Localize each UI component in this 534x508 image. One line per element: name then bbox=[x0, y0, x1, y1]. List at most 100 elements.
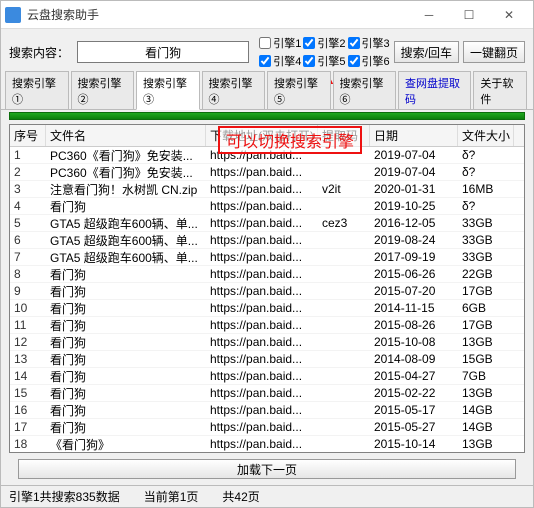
engine-checkbox[interactable]: 引擎2 bbox=[303, 35, 345, 51]
cell-idx: 11 bbox=[10, 318, 46, 332]
tab[interactable]: 搜索引擎③ bbox=[136, 71, 200, 110]
tab[interactable]: 搜索引擎④ bbox=[202, 71, 266, 109]
flip-button[interactable]: 一键翻页 bbox=[463, 41, 525, 63]
table-row[interactable]: 13看门狗https://pan.baid...2014-08-0915GB bbox=[10, 351, 524, 368]
cell-idx: 16 bbox=[10, 403, 46, 417]
engine-checkbox-input[interactable] bbox=[303, 37, 315, 49]
engine-checkbox-input[interactable] bbox=[348, 37, 360, 49]
tab[interactable]: 搜索引擎② bbox=[71, 71, 135, 109]
cell-size: 6GB bbox=[458, 301, 514, 315]
engine-checkbox-label: 引擎1 bbox=[273, 35, 301, 51]
table-row[interactable]: 10看门狗https://pan.baid...2014-11-156GB bbox=[10, 300, 524, 317]
results-table: 序号 文件名 下载地址(双击打开) 提取码 日期 文件大小 可以切换搜索引擎 1… bbox=[9, 124, 525, 453]
col-filename[interactable]: 文件名 bbox=[46, 125, 206, 146]
table-row[interactable]: 17看门狗https://pan.baid...2015-05-2714GB bbox=[10, 419, 524, 436]
cell-date: 2019-08-24 bbox=[370, 233, 458, 247]
cell-idx: 15 bbox=[10, 386, 46, 400]
col-url[interactable]: 下载地址(双击打开) bbox=[206, 125, 318, 146]
progress-bar bbox=[9, 112, 525, 120]
status-bar: 引擎1共搜索835数据 当前第1页 共42页 bbox=[1, 485, 533, 507]
cell-date: 2016-12-05 bbox=[370, 216, 458, 230]
cell-url: https://pan.baid... bbox=[206, 403, 318, 417]
cell-size: 14GB bbox=[458, 420, 514, 434]
cell-name: PC360《看门狗》免安装... bbox=[46, 164, 206, 181]
cell-url: https://pan.baid... bbox=[206, 437, 318, 451]
cell-url: https://pan.baid... bbox=[206, 386, 318, 400]
table-row[interactable]: 8看门狗https://pan.baid...2015-06-2622GB bbox=[10, 266, 524, 283]
cell-size: 17GB bbox=[458, 284, 514, 298]
table-row[interactable]: 16看门狗https://pan.baid...2015-05-1714GB bbox=[10, 402, 524, 419]
table-row[interactable]: 4看门狗https://pan.baid...2019-10-25δ? bbox=[10, 198, 524, 215]
status-total: 共42页 bbox=[222, 488, 259, 505]
load-more-button[interactable]: 加载下一页 bbox=[18, 459, 516, 479]
cell-url: https://pan.baid... bbox=[206, 420, 318, 434]
table-row[interactable]: 7GTA5 超级跑车600辆、单...https://pan.baid...20… bbox=[10, 249, 524, 266]
table-row[interactable]: 6GTA5 超级跑车600辆、单...https://pan.baid...20… bbox=[10, 232, 524, 249]
cell-date: 2015-07-20 bbox=[370, 284, 458, 298]
cell-idx: 14 bbox=[10, 369, 46, 383]
search-input[interactable] bbox=[77, 41, 249, 63]
col-date[interactable]: 日期 bbox=[370, 125, 458, 146]
cell-size: 16MB bbox=[458, 182, 514, 196]
engine-checkbox-input[interactable] bbox=[259, 37, 271, 49]
table-row[interactable]: 9看门狗https://pan.baid...2015-07-2017GB bbox=[10, 283, 524, 300]
cell-url: https://pan.baid... bbox=[206, 165, 318, 179]
engine-checkbox-input[interactable] bbox=[348, 55, 360, 67]
cell-name: 看门狗 bbox=[46, 317, 206, 334]
cell-idx: 8 bbox=[10, 267, 46, 281]
col-size[interactable]: 文件大小 bbox=[458, 125, 514, 146]
col-code[interactable]: 提取码 bbox=[318, 125, 370, 146]
cell-name: 注意看门狗！水树凯 CN.zip bbox=[46, 181, 206, 198]
tab[interactable]: 查网盘提取码 bbox=[398, 71, 471, 109]
cell-idx: 18 bbox=[10, 437, 46, 451]
search-label: 搜索内容： bbox=[9, 44, 69, 61]
tab[interactable]: 搜索引擎⑤ bbox=[267, 71, 331, 109]
table-body[interactable]: 1PC360《看门狗》免安装...https://pan.baid...2019… bbox=[10, 147, 524, 452]
cell-idx: 2 bbox=[10, 165, 46, 179]
tab[interactable]: 搜索引擎⑥ bbox=[333, 71, 397, 109]
engine-checkbox[interactable]: 引擎4 bbox=[259, 53, 301, 69]
table-row[interactable]: 5GTA5 超级跑车600辆、单...https://pan.baid...ce… bbox=[10, 215, 524, 232]
table-row[interactable]: 11看门狗https://pan.baid...2015-08-2617GB bbox=[10, 317, 524, 334]
table-row[interactable]: 14看门狗https://pan.baid...2015-04-277GB bbox=[10, 368, 524, 385]
cell-idx: 13 bbox=[10, 352, 46, 366]
cell-size: 22GB bbox=[458, 267, 514, 281]
cell-size: 33GB bbox=[458, 233, 514, 247]
table-row[interactable]: 3注意看门狗！水树凯 CN.ziphttps://pan.baid...v2it… bbox=[10, 181, 524, 198]
cell-size: 17GB bbox=[458, 318, 514, 332]
engine-checkbox[interactable]: 引擎1 bbox=[259, 35, 301, 51]
search-row: 搜索内容： 引擎1引擎2引擎3 引擎4 引擎5引擎6 搜索/回车 一键翻页 bbox=[1, 29, 533, 71]
maximize-button[interactable]: ☐ bbox=[449, 1, 489, 29]
cell-name: 看门狗 bbox=[46, 368, 206, 385]
cell-size: 7GB bbox=[458, 369, 514, 383]
cell-url: https://pan.baid... bbox=[206, 216, 318, 230]
cell-code: v2it bbox=[318, 182, 370, 196]
cell-url: https://pan.baid... bbox=[206, 352, 318, 366]
status-count: 引擎1共搜索835数据 bbox=[9, 488, 120, 505]
tab[interactable]: 搜索引擎① bbox=[5, 71, 69, 109]
table-row[interactable]: 18《看门狗》https://pan.baid...2015-10-1413GB bbox=[10, 436, 524, 452]
engine-checkbox[interactable]: 引擎3 bbox=[348, 35, 390, 51]
table-row[interactable]: 1PC360《看门狗》免安装...https://pan.baid...2019… bbox=[10, 147, 524, 164]
tab[interactable]: 关于软件 bbox=[473, 71, 527, 109]
col-index[interactable]: 序号 bbox=[10, 125, 46, 146]
table-row[interactable]: 15看门狗https://pan.baid...2015-02-2213GB bbox=[10, 385, 524, 402]
cell-url: https://pan.baid... bbox=[206, 267, 318, 281]
cell-date: 2015-02-22 bbox=[370, 386, 458, 400]
minimize-button[interactable]: ─ bbox=[409, 1, 449, 29]
cell-code: cez3 bbox=[318, 216, 370, 230]
cell-url: https://pan.baid... bbox=[206, 199, 318, 213]
engine-checkbox[interactable]: 引擎6 bbox=[348, 53, 390, 69]
engine-checkbox-label: 引擎5 bbox=[317, 53, 345, 69]
cell-name: 看门狗 bbox=[46, 351, 206, 368]
cell-size: 14GB bbox=[458, 403, 514, 417]
table-row[interactable]: 2PC360《看门狗》免安装...https://pan.baid...2019… bbox=[10, 164, 524, 181]
cell-date: 2014-08-09 bbox=[370, 352, 458, 366]
table-row[interactable]: 12看门狗https://pan.baid...2015-10-0813GB bbox=[10, 334, 524, 351]
search-button[interactable]: 搜索/回车 bbox=[394, 41, 459, 63]
status-page: 当前第1页 bbox=[144, 488, 199, 505]
close-button[interactable]: ✕ bbox=[489, 1, 529, 29]
engine-checkbox-input[interactable] bbox=[259, 55, 271, 67]
engine-checkbox[interactable]: 引擎5 bbox=[303, 53, 345, 69]
engine-checkbox-input[interactable] bbox=[303, 55, 315, 67]
